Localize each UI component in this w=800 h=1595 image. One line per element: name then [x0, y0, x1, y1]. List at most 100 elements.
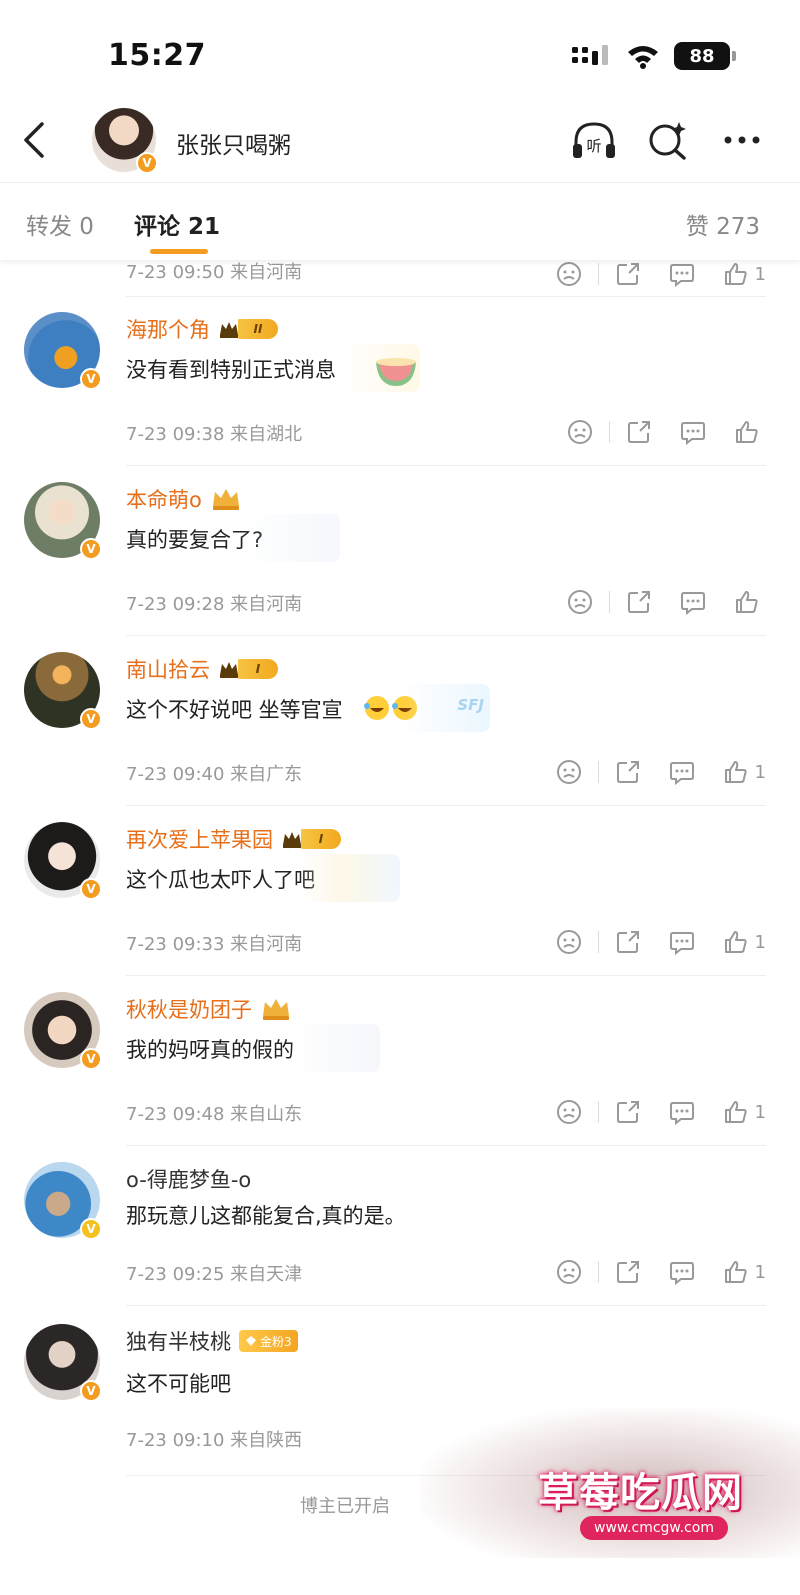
- crown-icon: [283, 832, 301, 848]
- verified-badge-icon: V: [80, 878, 102, 900]
- verified-badge-icon: V: [136, 152, 158, 174]
- back-button[interactable]: [16, 118, 56, 162]
- comment-text: 这个不好说吧 坐等官宣: [126, 698, 343, 722]
- tab-bar: 转发 0 评论 21 赞 273: [0, 182, 800, 260]
- comment-item: V 南山拾云 I 这个不好说吧 坐等官宣 SFJ 7-23 09:40 来自广东…: [0, 636, 800, 806]
- reply-button[interactable]: [669, 754, 695, 790]
- commenter-name[interactable]: 本命萌o: [126, 484, 202, 514]
- commenter-name[interactable]: o-得鹿梦鱼-o: [126, 1164, 251, 1194]
- sad-face-icon: [556, 930, 581, 954]
- commenter-avatar[interactable]: V: [24, 1162, 102, 1240]
- verified-badge-icon: V: [80, 1380, 102, 1402]
- share-button[interactable]: [626, 414, 652, 450]
- like-button[interactable]: 1: [723, 924, 766, 960]
- commenter-avatar[interactable]: V: [24, 652, 102, 730]
- battery-indicator: 88: [674, 42, 736, 70]
- commenter-name[interactable]: 海那个角: [126, 314, 210, 344]
- reply-button[interactable]: [680, 414, 706, 450]
- cellular-signal-icon: [572, 45, 608, 65]
- listen-button[interactable]: 听: [570, 118, 618, 162]
- commenter-avatar[interactable]: V: [24, 312, 102, 390]
- share-icon: [616, 1261, 639, 1283]
- vip-badge: II: [218, 317, 278, 341]
- comment-bubble-icon: [669, 1262, 694, 1285]
- reply-button[interactable]: [680, 584, 706, 620]
- like-button[interactable]: 1: [723, 754, 766, 790]
- like-button[interactable]: 1: [723, 1254, 766, 1290]
- comment-bubble-icon: [669, 1102, 694, 1125]
- reply-button[interactable]: [669, 256, 695, 292]
- commenter-name[interactable]: 秋秋是奶团子: [126, 994, 252, 1024]
- commenter-avatar[interactable]: V: [24, 992, 102, 1070]
- site-watermark: 草莓吃瓜网 www.cmcgw.com: [420, 1408, 800, 1558]
- dislike-button[interactable]: [556, 924, 582, 960]
- divider: [597, 263, 599, 285]
- more-button[interactable]: [718, 118, 766, 162]
- divider: [609, 591, 610, 613]
- sad-face-icon: [556, 262, 581, 286]
- share-button[interactable]: [615, 924, 641, 960]
- comment-actions: 1: [556, 256, 766, 292]
- share-icon: [616, 1101, 639, 1123]
- tab-repost[interactable]: 转发 0: [26, 207, 94, 241]
- author-name[interactable]: 张张只喝粥: [176, 126, 291, 160]
- comment-date: 7-23 09:25 来自天津: [126, 1264, 303, 1285]
- comment-meta: 7-23 09:38 来自湖北: [126, 412, 766, 452]
- comment-date: 7-23 09:10 来自陕西: [126, 1430, 303, 1451]
- divider: [597, 1101, 599, 1123]
- commenter-name[interactable]: 再次爱上苹果园: [126, 824, 273, 854]
- share-button[interactable]: [615, 1254, 641, 1290]
- share-icon: [616, 761, 639, 783]
- share-button[interactable]: [615, 256, 641, 292]
- tab-like[interactable]: 赞 273: [686, 207, 760, 241]
- search-button[interactable]: [644, 118, 692, 162]
- reply-button[interactable]: [669, 924, 695, 960]
- dislike-button[interactable]: [567, 414, 593, 450]
- comment-meta: 7-23 09:33 来自河南 1: [126, 922, 766, 962]
- commenter-avatar[interactable]: V: [24, 1324, 102, 1402]
- commenter-avatar[interactable]: V: [24, 822, 102, 900]
- comment-bubble-icon: [669, 264, 694, 287]
- comment-bubble-icon: [681, 422, 705, 445]
- dislike-button[interactable]: [567, 584, 593, 620]
- comment-meta: 7-23 09:25 来自天津 1: [126, 1252, 766, 1292]
- thumbs-up-icon: [724, 263, 747, 285]
- comment-bubble-icon: [669, 762, 694, 785]
- sfj-sticker: SFJ: [400, 684, 490, 732]
- author-avatar[interactable]: V: [92, 108, 158, 174]
- like-button[interactable]: 1: [723, 1094, 766, 1130]
- like-button[interactable]: [734, 414, 766, 450]
- comment-meta: 7-23 09:48 来自山东 1: [126, 1092, 766, 1132]
- like-button[interactable]: [734, 584, 766, 620]
- share-button[interactable]: [615, 754, 641, 790]
- dislike-button[interactable]: [556, 1094, 582, 1130]
- reply-button[interactable]: [669, 1094, 695, 1130]
- rainbow-sticker: [300, 854, 400, 902]
- status-bar: 15:27 88: [0, 0, 800, 110]
- commenter-name[interactable]: 独有半枝桃: [126, 1326, 231, 1356]
- dislike-button[interactable]: [556, 1254, 582, 1290]
- dislike-button[interactable]: [556, 754, 582, 790]
- sad-face-icon: [556, 1100, 581, 1124]
- commenter-name[interactable]: 南山拾云: [126, 654, 210, 684]
- dislike-button[interactable]: [556, 256, 582, 292]
- active-tab-indicator: [150, 249, 208, 254]
- verified-badge-icon: V: [80, 708, 102, 730]
- comment-actions: 1: [556, 754, 766, 790]
- comment-restriction-note: 博主已开启: [300, 1496, 390, 1517]
- comment-item: V 本命萌o 真的要复合了? 7-23 09:28 来自河南: [0, 466, 800, 636]
- sad-face-icon: [556, 1260, 581, 1284]
- tab-comment[interactable]: 评论 21: [134, 207, 220, 241]
- commenter-info: 南山拾云 I: [126, 652, 278, 686]
- like-button[interactable]: 1: [723, 256, 766, 292]
- share-button[interactable]: [626, 584, 652, 620]
- commenter-avatar[interactable]: V: [24, 482, 102, 560]
- share-button[interactable]: [615, 1094, 641, 1130]
- commenter-info: 海那个角 II: [126, 312, 278, 346]
- fan-badge-label: 金粉3: [260, 1334, 292, 1349]
- reply-button[interactable]: [669, 1254, 695, 1290]
- comment-item: V o-得鹿梦鱼-o 那玩意儿这都能复合,真的是。 7-23 09:25 来自天…: [0, 1146, 800, 1306]
- comment-bubble-icon: [681, 592, 705, 615]
- svg-text:听: 听: [586, 137, 601, 155]
- comment-text: 这个瓜也太吓人了吧: [126, 868, 315, 892]
